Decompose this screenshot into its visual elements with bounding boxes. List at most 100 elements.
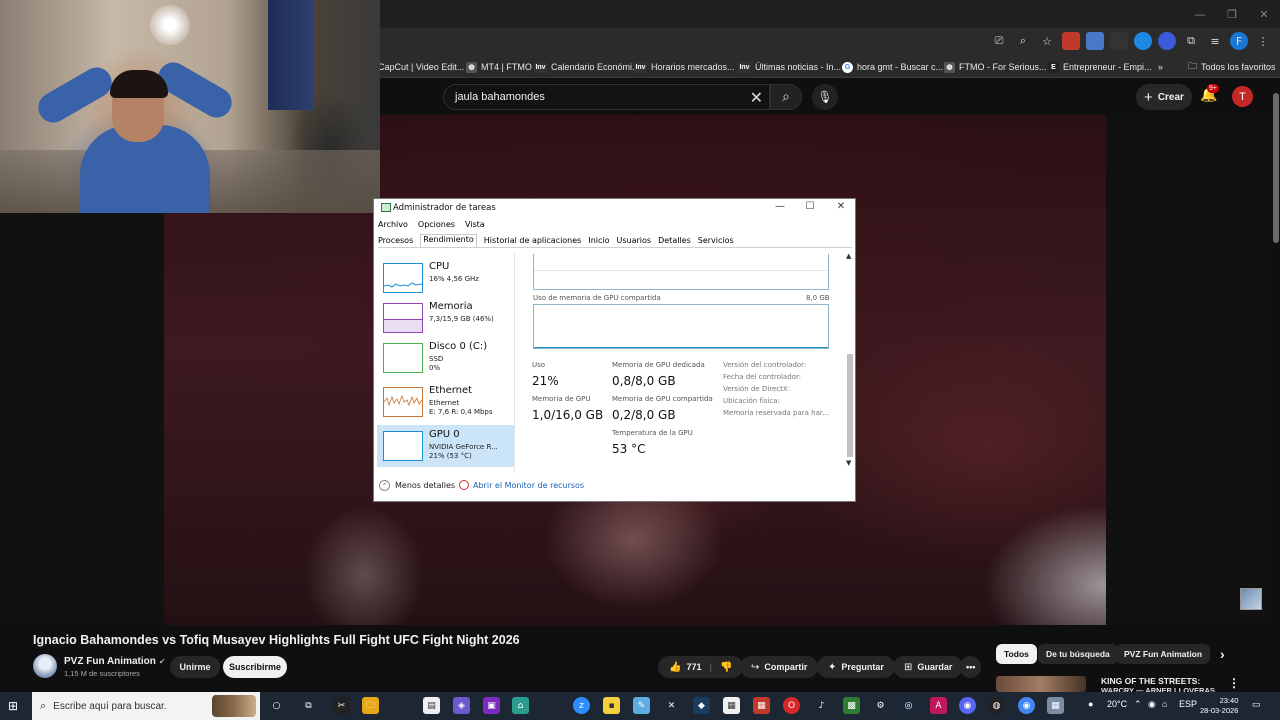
tab-detalles[interactable]: Detalles bbox=[658, 236, 691, 247]
task-manager-taskbar-icon[interactable]: ▦ bbox=[1047, 697, 1064, 714]
recommended-thumbnail[interactable] bbox=[996, 676, 1086, 692]
extension-icon[interactable] bbox=[1062, 32, 1080, 50]
menu-vista[interactable]: Vista bbox=[465, 220, 485, 229]
bookmark-item[interactable]: Inv Últimas noticias - In... bbox=[738, 59, 841, 75]
scroll-up-icon[interactable]: ▲ bbox=[846, 252, 851, 260]
bookmark-item[interactable]: CapCut | Video Edit... bbox=[378, 59, 464, 75]
bookmark-item[interactable]: Inv Calendario Económi... bbox=[534, 59, 640, 75]
scroll-down-icon[interactable]: ▼ bbox=[846, 459, 851, 467]
close-window-button[interactable]: ✕ bbox=[1248, 0, 1280, 28]
temperature-readout[interactable]: 20°C bbox=[1107, 699, 1127, 709]
capcut-alt-icon[interactable]: ✕ bbox=[663, 697, 680, 714]
network-app-icon[interactable]: ⌂ bbox=[512, 697, 529, 714]
profile-icon[interactable]: F bbox=[1230, 32, 1248, 50]
tab-inicio[interactable]: Inicio bbox=[588, 236, 609, 247]
chevron-right-icon[interactable]: › bbox=[1212, 644, 1233, 664]
adobe-icon[interactable]: A bbox=[930, 697, 947, 714]
tradingview-icon[interactable]: ◆ bbox=[693, 697, 710, 714]
chip-todos[interactable]: Todos bbox=[996, 644, 1037, 664]
notification-center-icon[interactable]: ▭ bbox=[1252, 699, 1261, 710]
pen-app-icon[interactable]: ✎ bbox=[633, 697, 650, 714]
bookmark-item[interactable]: ◍ MT4 | FTMO bbox=[466, 59, 532, 75]
tab-historial[interactable]: Historial de aplicaciones bbox=[484, 236, 582, 247]
extension-icon[interactable] bbox=[1134, 32, 1152, 50]
system-clock[interactable]: 23:40 28-03-2026 bbox=[1200, 696, 1238, 716]
cortana-icon[interactable]: ○ bbox=[268, 697, 285, 714]
scrollbar-thumb[interactable] bbox=[1273, 93, 1279, 243]
translate-icon[interactable] bbox=[1086, 32, 1104, 50]
ask-button[interactable]: ✦ Preguntar bbox=[817, 656, 895, 678]
extension-icon[interactable] bbox=[1158, 32, 1176, 50]
like-count[interactable]: 771 bbox=[686, 662, 701, 672]
reading-list-icon[interactable]: ≡ bbox=[1206, 32, 1224, 50]
bookmarks-more-button[interactable]: » bbox=[1158, 59, 1163, 75]
bookmark-item[interactable]: G hora gmt - Buscar c... bbox=[842, 59, 943, 75]
resource-ethernet[interactable]: Ethernet Ethernet E: 7,6 R: 0,4 Mbps bbox=[377, 381, 515, 423]
chip-channel[interactable]: PVZ Fun Animation bbox=[1116, 644, 1211, 664]
network-icon[interactable]: ⌂ bbox=[1162, 699, 1167, 709]
language-indicator[interactable]: ESP bbox=[1179, 699, 1197, 709]
sticky-notes-icon[interactable]: ▪ bbox=[603, 697, 620, 714]
puzzle-icon[interactable]: ⧉ bbox=[1182, 32, 1200, 50]
tm-maximize-button[interactable]: ☐ bbox=[795, 201, 825, 212]
close-icon[interactable]: ✕ bbox=[750, 88, 763, 107]
tiktok-icon[interactable]: ♪ bbox=[813, 697, 830, 714]
tm-close-button[interactable]: ✕ bbox=[826, 201, 856, 212]
thumbs-down-icon[interactable]: 👎 bbox=[720, 662, 732, 673]
restore-button[interactable]: ❐ bbox=[1216, 0, 1248, 28]
resource-memoria[interactable]: Memoria 7,3/15,9 GB (46%) bbox=[377, 297, 515, 339]
extension-icon[interactable] bbox=[1110, 32, 1128, 50]
minimize-button[interactable]: — bbox=[1184, 0, 1216, 28]
tab-servicios[interactable]: Servicios bbox=[698, 236, 734, 247]
discord-icon[interactable]: ◉ bbox=[959, 697, 976, 714]
app-icon-red[interactable]: ▦ bbox=[753, 697, 770, 714]
resource-disco[interactable]: Disco 0 (C:) SSD 0% bbox=[377, 337, 515, 379]
menu-opciones[interactable]: Opciones bbox=[418, 220, 455, 229]
resource-gpu[interactable]: GPU 0 NVIDIA GeForce R... 21% (53 °C) bbox=[377, 425, 515, 467]
cast-icon[interactable]: ⎚ bbox=[990, 32, 1008, 50]
capcut-app-icon[interactable]: ✂ bbox=[333, 697, 350, 714]
calculator-icon[interactable]: ▦ bbox=[723, 697, 740, 714]
tray-chevron-icon[interactable]: ⌃ bbox=[1134, 699, 1142, 710]
zoom-app-icon[interactable]: z bbox=[573, 697, 590, 714]
task-manager-window[interactable]: Administrador de tareas — ☐ ✕ Archivo Op… bbox=[373, 198, 856, 502]
task-manager-titlebar[interactable]: Administrador de tareas — ☐ ✕ bbox=[374, 199, 855, 217]
bookmark-star-icon[interactable]: ☆ bbox=[1038, 32, 1056, 50]
tab-rendimiento[interactable]: Rendimiento bbox=[420, 234, 477, 247]
resource-monitor-link[interactable]: Abrir el Monitor de recursos bbox=[459, 480, 584, 490]
bookmark-item[interactable]: Inv Horarios mercados... bbox=[634, 59, 735, 75]
weather-icon[interactable]: ● bbox=[1088, 699, 1093, 709]
less-details-button[interactable]: ⌃ Menos detalles bbox=[379, 480, 455, 491]
join-button[interactable]: Unirme bbox=[170, 656, 220, 678]
share-button[interactable]: ↪ Compartir bbox=[740, 656, 819, 678]
channel-avatar[interactable] bbox=[33, 654, 57, 678]
recommended-title[interactable]: KING OF THE STREETS: bbox=[1101, 676, 1200, 686]
thumbs-up-icon[interactable]: 👍 bbox=[669, 662, 681, 673]
obs-icon[interactable]: ◍ bbox=[988, 697, 1005, 714]
task-view-icon[interactable]: ⧉ bbox=[300, 697, 317, 714]
windows-start-icon[interactable]: ⊞ bbox=[8, 699, 18, 713]
resource-cpu[interactable]: CPU 16% 4,56 GHz bbox=[377, 257, 515, 299]
bookmark-item[interactable]: E Entrepreneur - Empi... bbox=[1048, 59, 1152, 75]
settings-gear-icon[interactable]: ⚙ bbox=[872, 697, 889, 714]
tab-usuarios[interactable]: Usuarios bbox=[617, 236, 652, 247]
tm-scrollbar-thumb[interactable] bbox=[847, 354, 853, 457]
channel-name[interactable]: PVZ Fun Animation ✔ bbox=[64, 656, 166, 667]
all-bookmarks-button[interactable]: 🗀 Todos los favoritos bbox=[1188, 59, 1276, 75]
chip-de-tu-busqueda[interactable]: De tu búsqueda bbox=[1038, 644, 1118, 664]
menu-archivo[interactable]: Archivo bbox=[378, 220, 408, 229]
twitch-icon[interactable]: ▣ bbox=[483, 697, 500, 714]
tray-app-icon[interactable]: ◉ bbox=[1148, 699, 1156, 710]
tm-scrollbar[interactable]: ▲ ▼ bbox=[845, 251, 855, 469]
voice-search-button[interactable]: 🎙 bbox=[812, 84, 838, 110]
minecraft-icon[interactable]: ▩ bbox=[843, 697, 860, 714]
copilot-icon[interactable]: ◈ bbox=[453, 697, 470, 714]
subscribe-button[interactable]: Suscribirme bbox=[223, 656, 287, 678]
recommended-menu-icon[interactable]: ⋮ bbox=[1228, 676, 1240, 690]
chrome-icon[interactable]: ◉ bbox=[1018, 697, 1035, 714]
taskbar-search[interactable]: ⌕ Escribe aquí para buscar. bbox=[32, 692, 260, 720]
account-avatar[interactable]: T bbox=[1232, 86, 1253, 107]
opera-icon[interactable]: O bbox=[783, 697, 800, 714]
bookmark-item[interactable]: ◍ FTMO - For Serious... bbox=[944, 59, 1047, 75]
page-scrollbar[interactable] bbox=[1272, 79, 1280, 691]
